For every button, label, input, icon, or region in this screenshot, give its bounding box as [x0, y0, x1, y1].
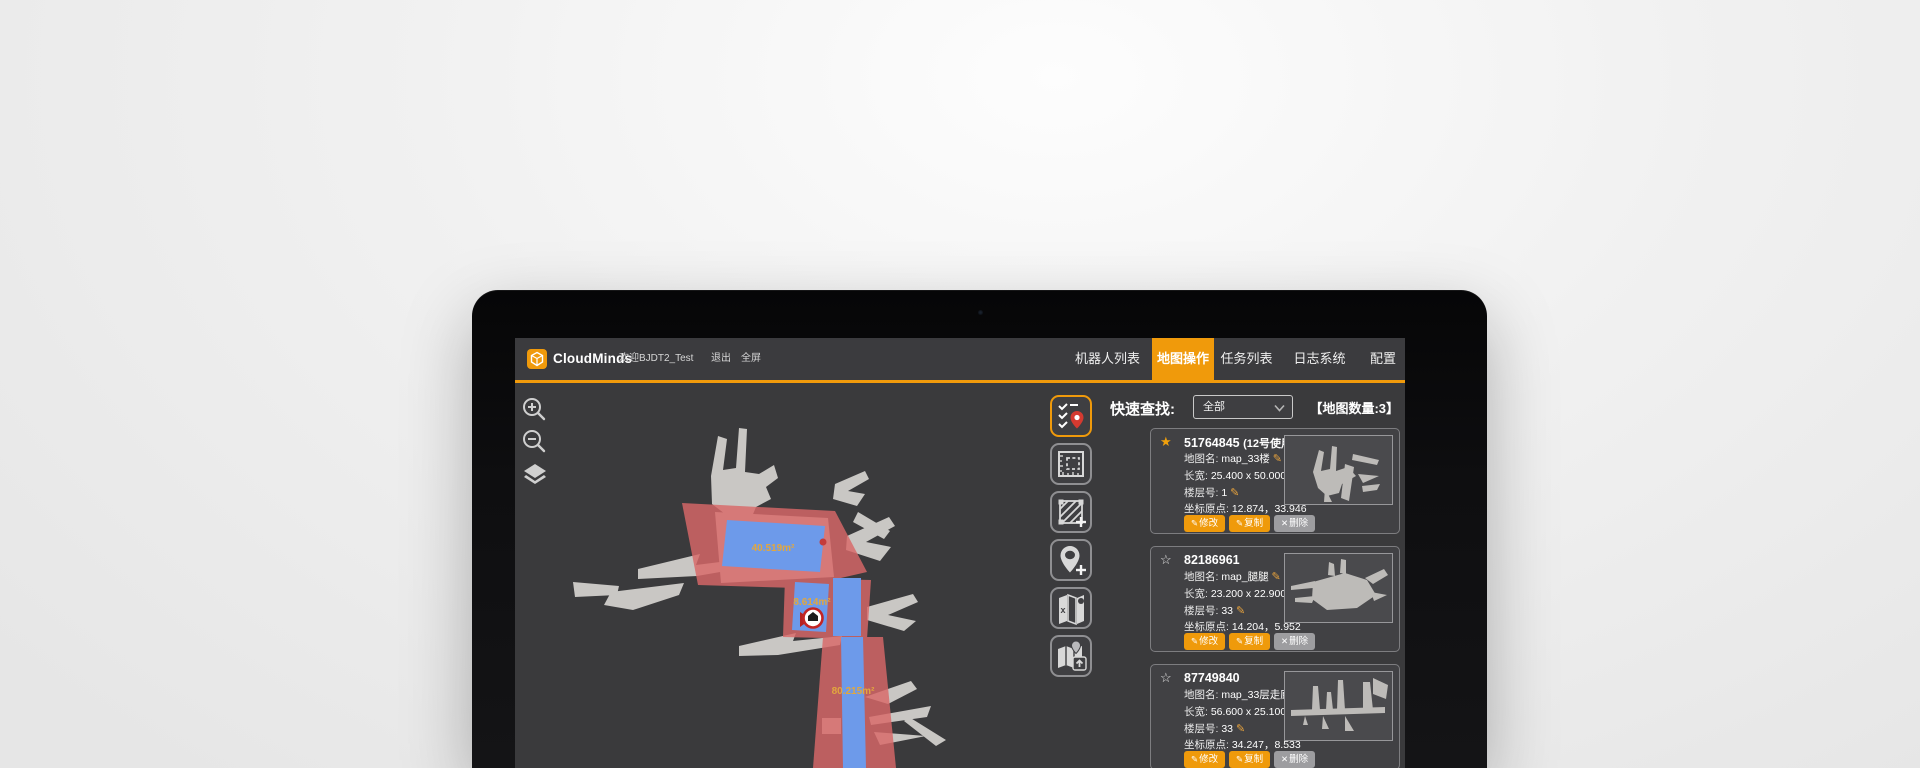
door-marker [820, 539, 827, 546]
navbar: CloudMinds 欢迎BJDT2_Test 退出 全屏 机器人列表 地图操作… [515, 338, 1405, 383]
edit-pencil-icon: ✎ [1191, 518, 1198, 528]
edit-pencil-icon: ✎ [1236, 518, 1243, 528]
area-label-3: 80.215m² [832, 686, 875, 697]
map-count-text: 【地图数量:3】 [1309, 398, 1399, 417]
logout-link[interactable]: 退出 [711, 338, 731, 380]
fullscreen-link[interactable]: 全屏 [741, 338, 761, 380]
edit-pencil-icon[interactable]: ✎ [1272, 571, 1281, 583]
tool-virtual-wall-add[interactable] [1050, 491, 1092, 533]
copy-button[interactable]: ✎复制 [1229, 633, 1270, 650]
nav-item-config[interactable]: 配置 [1369, 338, 1397, 380]
tool-map-upload[interactable] [1050, 635, 1092, 677]
map-id: 87749840 [1184, 671, 1240, 685]
edit-pencil-icon: ✎ [1191, 754, 1198, 764]
map-thumbnail[interactable] [1284, 553, 1393, 623]
tool-map-manage[interactable]: x [1050, 587, 1092, 629]
size-row: 长宽: 25.400 x 50.000 [1184, 468, 1286, 483]
nav-item-log-system[interactable]: 日志系统 [1293, 338, 1346, 380]
size-row: 长宽: 23.200 x 22.900 [1184, 586, 1286, 601]
edit-button[interactable]: ✎修改 [1184, 633, 1225, 650]
content-area: 40.519m² 8.614m² 80.215m² [515, 386, 1405, 768]
nav-item-task-list[interactable]: 任务列表 [1220, 338, 1273, 380]
star-icon[interactable]: ☆ [1160, 552, 1172, 568]
edit-pencil-icon[interactable]: ✎ [1273, 453, 1282, 465]
tool-task-list-pin[interactable] [1050, 395, 1092, 437]
delete-icon: ✕ [1281, 754, 1288, 764]
size-row: 长宽: 56.600 x 25.100 [1184, 704, 1286, 719]
welcome-text: 欢迎BJDT2_Test [619, 338, 693, 380]
edit-pencil-icon: ✎ [1236, 636, 1243, 646]
floor-row: 楼层号: 1 ✎ [1184, 485, 1239, 500]
floor-row: 楼层号: 33 ✎ [1184, 721, 1245, 736]
map-thumbnail[interactable] [1284, 435, 1393, 505]
delete-button[interactable]: ✕删除 [1274, 633, 1315, 650]
delete-icon: ✕ [1281, 636, 1288, 646]
edit-button[interactable]: ✎修改 [1184, 751, 1225, 768]
laptop-frame: CloudMinds 欢迎BJDT2_Test 退出 全屏 机器人列表 地图操作… [472, 290, 1487, 768]
tool-point-add[interactable] [1050, 539, 1092, 581]
svg-text:x: x [1061, 605, 1066, 615]
cloudminds-logo-icon [527, 349, 547, 369]
map-thumbnail[interactable] [1284, 671, 1393, 741]
map-card: ☆ 82186961 地图名: map_腿腿 ✎ 长宽: 23.200 x 22… [1150, 546, 1400, 652]
zoom-out-button[interactable] [521, 428, 547, 454]
zoom-in-button[interactable] [521, 396, 547, 422]
map-canvas[interactable]: 40.519m² 8.614m² 80.215m² [515, 386, 1100, 768]
edit-pencil-icon[interactable]: ✎ [1236, 605, 1245, 617]
layers-button[interactable] [521, 462, 549, 488]
chevron-down-icon [1274, 404, 1285, 412]
edit-pencil-icon: ✎ [1236, 754, 1243, 764]
tool-area-measure[interactable] [1050, 443, 1092, 485]
delete-button[interactable]: ✕删除 [1274, 751, 1315, 768]
copy-button[interactable]: ✎复制 [1229, 751, 1270, 768]
copy-button[interactable]: ✎复制 [1229, 515, 1270, 532]
map-name-row: 地图名: map_33楼 ✎ [1184, 451, 1282, 466]
edit-pencil-icon[interactable]: ✎ [1230, 487, 1239, 499]
webcam-dot [978, 310, 983, 315]
quick-find-value: 全部 [1203, 401, 1225, 413]
map-card: ★ 51764845 (12号使用中) 地图名: map_33楼 ✎ 长宽: 2… [1150, 428, 1400, 534]
floor-row: 楼层号: 33 ✎ [1184, 603, 1245, 618]
edit-pencil-icon: ✎ [1191, 636, 1198, 646]
nav-item-map-ops[interactable]: 地图操作 [1152, 338, 1214, 380]
map-id: 82186961 [1184, 553, 1240, 567]
nav-item-robot-list[interactable]: 机器人列表 [1075, 338, 1140, 380]
edit-pencil-icon[interactable]: ✎ [1236, 723, 1245, 735]
area-label-2: 8.614m² [793, 597, 831, 608]
app-screen: CloudMinds 欢迎BJDT2_Test 退出 全屏 机器人列表 地图操作… [515, 338, 1405, 768]
map-name-row: 地图名: map_腿腿 ✎ [1184, 569, 1281, 584]
delete-icon: ✕ [1281, 518, 1288, 528]
map-card: ☆ 87749840 地图名: map_33层走廊 ✎ 长宽: 56.600 x… [1150, 664, 1400, 768]
area-label-1: 40.519m² [752, 543, 795, 554]
lidar-gray-shapes [573, 428, 946, 746]
delete-button[interactable]: ✕删除 [1274, 515, 1315, 532]
quick-find-select[interactable]: 全部 [1193, 395, 1293, 419]
edit-button[interactable]: ✎修改 [1184, 515, 1225, 532]
star-icon[interactable]: ☆ [1160, 670, 1172, 686]
star-icon[interactable]: ★ [1160, 434, 1172, 450]
quick-find-label: 快速查找: [1110, 398, 1175, 419]
